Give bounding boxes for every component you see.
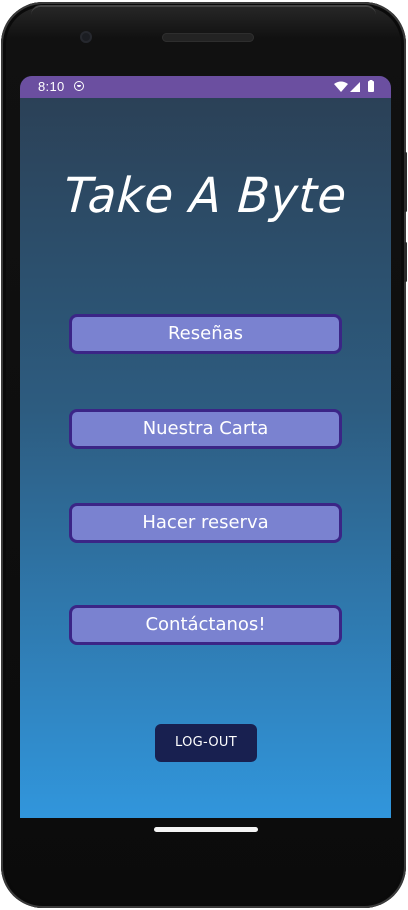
status-time: 8:10	[38, 79, 65, 94]
nuestra-carta-button[interactable]: Nuestra Carta	[69, 409, 342, 449]
bezel-highlight	[31, 5, 376, 15]
earpiece-speaker	[162, 33, 254, 42]
app-notification-icon	[74, 81, 84, 91]
cell-signal-icon	[350, 82, 360, 92]
status-icons	[333, 80, 377, 94]
logout-button[interactable]: LOG-OUT	[155, 724, 257, 762]
front-camera-icon	[80, 31, 92, 43]
contactanos-button[interactable]: Contáctanos!	[69, 605, 342, 645]
volume-button	[404, 152, 407, 212]
wifi-icon	[334, 81, 348, 92]
status-bar: 8:10	[20, 76, 391, 98]
resenas-button[interactable]: Reseñas	[69, 314, 342, 354]
app-title: Take A Byte	[61, 166, 350, 224]
home-gesture-bar[interactable]	[154, 827, 258, 832]
power-button	[404, 242, 407, 282]
app-screen: 8:10 Take A Byte Reseñas Nuestra Carta H…	[20, 76, 391, 818]
battery-icon	[368, 81, 374, 92]
hacer-reserva-button[interactable]: Hacer reserva	[69, 503, 342, 543]
